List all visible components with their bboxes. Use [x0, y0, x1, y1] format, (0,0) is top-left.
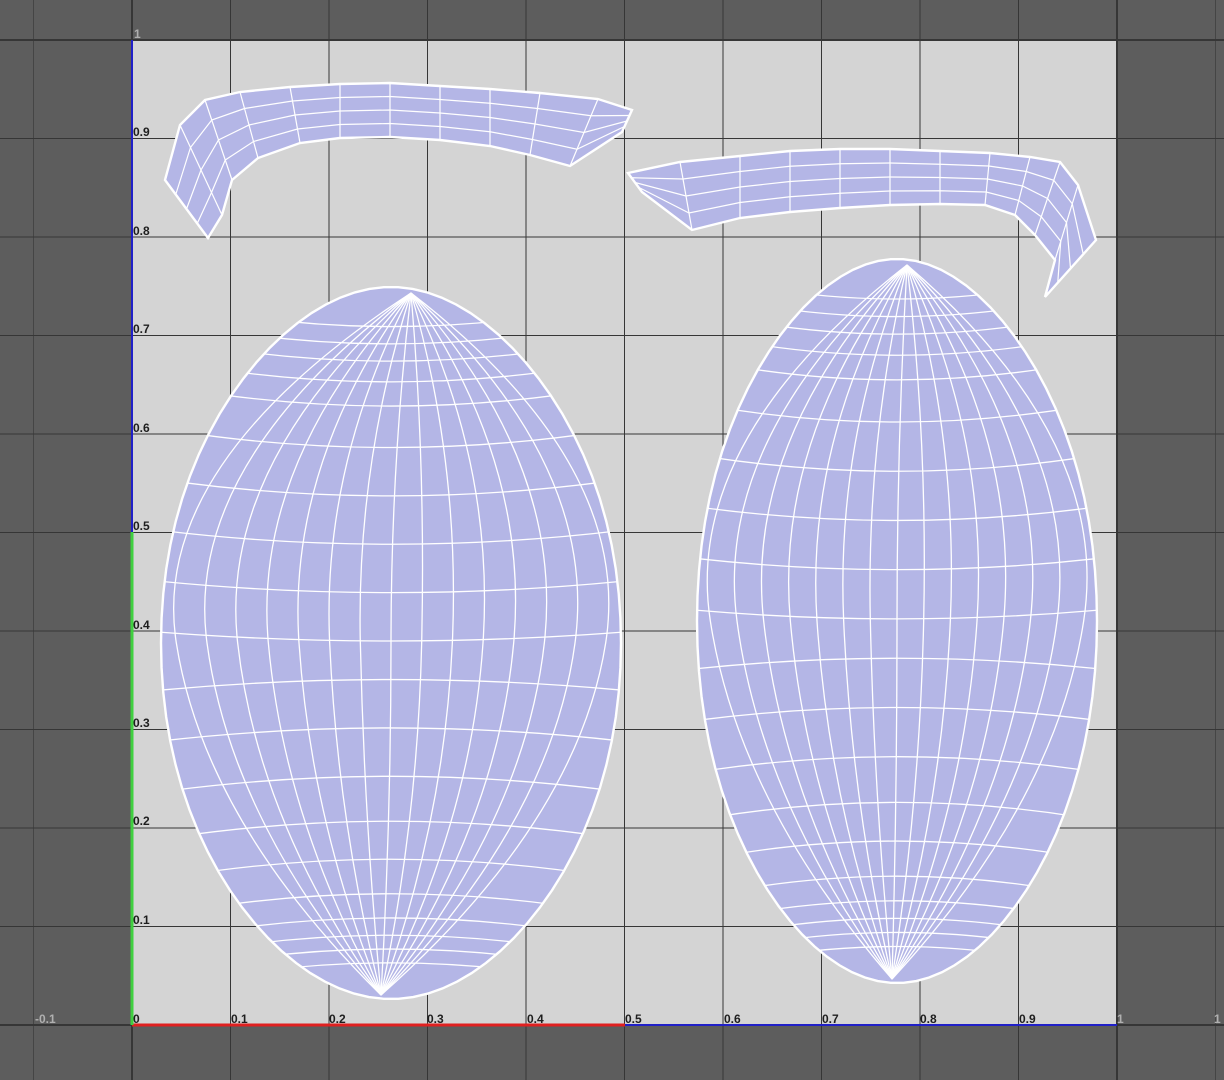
v-label-0.6: 0.6: [133, 421, 150, 435]
u-label-0.6: 0.6: [724, 1012, 741, 1026]
v-label-0.9: 0.9: [133, 125, 150, 139]
v-label-0.7: 0.7: [133, 322, 150, 336]
v-label-0.8: 0.8: [133, 224, 150, 238]
u-label-0.8: 0.8: [920, 1012, 937, 1026]
u-label-0.7: 0.7: [822, 1012, 839, 1026]
v-label-0.4: 0.4: [133, 618, 150, 632]
u-label-0.5: 0.5: [625, 1012, 642, 1026]
v-label-1: 1: [134, 27, 141, 41]
u-label-0.1: 0.1: [231, 1012, 248, 1026]
u-label-0.2: 0.2: [329, 1012, 346, 1026]
v-label-0.3: 0.3: [133, 716, 150, 730]
u-label-neg0.1: -0.1: [35, 1012, 56, 1026]
uv-editor-viewport[interactable]: -0.1 0 0.1 0.2 0.3 0.4 0.5 0.6 0.7 0.8 0…: [0, 0, 1224, 1080]
u-label-0.3: 0.3: [427, 1012, 444, 1026]
u-label-1-edge: 1: [1214, 1012, 1221, 1026]
v-label-0.2: 0.2: [133, 814, 150, 828]
uv-grid-canvas[interactable]: -0.1 0 0.1 0.2 0.3 0.4 0.5 0.6 0.7 0.8 0…: [0, 0, 1224, 1080]
v-label-0.5: 0.5: [133, 519, 150, 533]
u-label-0.4: 0.4: [527, 1012, 544, 1026]
u-label-1: 1: [1117, 1012, 1124, 1026]
u-label-0.9: 0.9: [1019, 1012, 1036, 1026]
v-label-0.1: 0.1: [133, 913, 150, 927]
u-label-0: 0: [133, 1012, 140, 1026]
